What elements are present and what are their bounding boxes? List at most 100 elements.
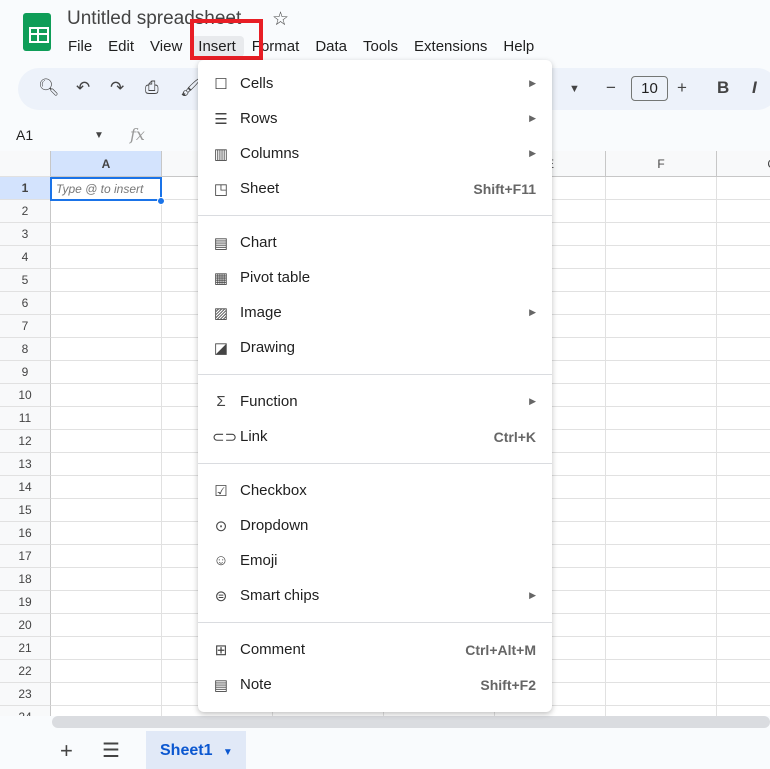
- row-header-7[interactable]: 7: [0, 315, 51, 338]
- row-header-18[interactable]: 18: [0, 568, 51, 591]
- column-header-a[interactable]: A: [51, 151, 162, 177]
- row-header-2[interactable]: 2: [0, 200, 51, 223]
- sheet-tab-sheet1[interactable]: Sheet1 ▼: [146, 731, 246, 769]
- row-header-6[interactable]: 6: [0, 292, 51, 315]
- decrease-font-size-button[interactable]: −: [606, 78, 616, 98]
- menu-bar: File Edit View Insert Format Data Tools Extensi…: [60, 36, 542, 57]
- menu-item-note[interactable]: ▤ Note Shift+F2: [198, 667, 552, 702]
- font-dropdown-icon[interactable]: ▼: [569, 83, 580, 95]
- menu-item-label: Link: [240, 428, 268, 445]
- menu-extensions[interactable]: Extensions: [406, 36, 495, 57]
- menu-item-drawing[interactable]: ◪ Drawing: [198, 330, 552, 365]
- redo-icon[interactable]: ↷: [110, 78, 124, 98]
- shortcut-label: Shift+F11: [473, 180, 536, 197]
- active-cell-a1[interactable]: Type @ to insert: [50, 177, 162, 201]
- column-header-g[interactable]: G: [717, 151, 770, 177]
- menu-item-label: Cells: [240, 75, 274, 92]
- undo-icon[interactable]: ↶: [76, 78, 90, 98]
- menu-item-checkbox[interactable]: ☑ Checkbox: [198, 473, 552, 508]
- row-header-4[interactable]: 4: [0, 246, 51, 269]
- rows-icon: ☰: [214, 110, 228, 128]
- menu-view[interactable]: View: [142, 36, 190, 57]
- menu-item-label: Checkbox: [240, 482, 307, 499]
- menu-item-image[interactable]: ▨ Image ▶: [198, 295, 552, 330]
- menu-item-label: Rows: [240, 110, 278, 127]
- star-icon[interactable]: ☆: [272, 8, 289, 31]
- column-header-f[interactable]: F: [606, 151, 717, 177]
- row-header-12[interactable]: 12: [0, 430, 51, 453]
- pivot-table-icon: ▦: [213, 269, 229, 287]
- row-header-1[interactable]: 1: [0, 177, 51, 200]
- function-icon: Σ: [216, 393, 226, 410]
- menu-item-rows[interactable]: ☰ Rows ▶: [198, 101, 552, 136]
- menu-edit[interactable]: Edit: [100, 36, 142, 57]
- fill-handle[interactable]: [157, 197, 165, 205]
- comment-icon: ⊞: [214, 641, 228, 659]
- chart-icon: ▤: [213, 234, 229, 252]
- submenu-arrow-icon: ▶: [529, 148, 536, 158]
- menu-item-sheet[interactable]: ◳ Sheet Shift+F11: [198, 171, 552, 206]
- row-header-17[interactable]: 17: [0, 545, 51, 568]
- menu-item-dropdown[interactable]: ⊙ Dropdown: [198, 508, 552, 543]
- menu-item-function[interactable]: Σ Function ▶: [198, 384, 552, 419]
- chevron-down-icon[interactable]: ▼: [223, 747, 233, 758]
- search-icon[interactable]: 🔍︎: [38, 78, 60, 98]
- menu-item-emoji[interactable]: ☺ Emoji: [198, 543, 552, 578]
- image-icon: ▨: [213, 304, 229, 322]
- menu-item-label: Comment: [240, 641, 306, 658]
- row-header-19[interactable]: 19: [0, 591, 51, 614]
- menu-item-columns[interactable]: ▥ Columns ▶: [198, 136, 552, 171]
- menu-item-label: Sheet: [240, 180, 280, 197]
- increase-font-size-button[interactable]: +: [677, 78, 687, 98]
- row-header-22[interactable]: 22: [0, 660, 51, 683]
- row-header-23[interactable]: 23: [0, 683, 51, 706]
- menu-item-label: Dropdown: [240, 517, 309, 534]
- name-box[interactable]: A1: [16, 127, 33, 143]
- menu-tools[interactable]: Tools: [355, 36, 406, 57]
- menu-divider: [198, 622, 552, 623]
- menu-item-label: Smart chips: [240, 587, 320, 604]
- row-header-11[interactable]: 11: [0, 407, 51, 430]
- menu-data[interactable]: Data: [307, 36, 355, 57]
- row-header-9[interactable]: 9: [0, 361, 51, 384]
- font-size-input[interactable]: 10: [631, 76, 668, 101]
- insert-menu: ☐ Cells ▶ ☰ Rows ▶ ▥ Columns ▶ ◳ Sheet Shift+F11 ▤ Ch…: [198, 60, 552, 712]
- row-header-10[interactable]: 10: [0, 384, 51, 407]
- row-header-16[interactable]: 16: [0, 522, 51, 545]
- menu-item-chart[interactable]: ▤ Chart: [198, 225, 552, 260]
- menu-item-link[interactable]: ⊂⊃ Link Ctrl+K: [198, 419, 552, 454]
- name-box-dropdown-icon[interactable]: ▼: [94, 130, 104, 141]
- menu-divider: [198, 215, 552, 216]
- all-sheets-button[interactable]: ☰: [102, 738, 120, 763]
- sheets-logo[interactable]: [23, 13, 51, 51]
- menu-divider: [198, 374, 552, 375]
- add-sheet-button[interactable]: +: [60, 738, 73, 764]
- menu-file[interactable]: File: [60, 36, 100, 57]
- row-header-21[interactable]: 21: [0, 637, 51, 660]
- bold-button[interactable]: B: [717, 78, 729, 98]
- menu-item-cells[interactable]: ☐ Cells ▶: [198, 66, 552, 101]
- horizontal-scrollbar[interactable]: [52, 716, 770, 728]
- print-icon[interactable]: ⎙: [145, 78, 159, 98]
- submenu-arrow-icon: ▶: [529, 396, 536, 406]
- menu-item-comment[interactable]: ⊞ Comment Ctrl+Alt+M: [198, 632, 552, 667]
- submenu-arrow-icon: ▶: [529, 307, 536, 317]
- sheet-icon: ◳: [213, 180, 229, 198]
- shortcut-label: Ctrl+Alt+M: [465, 641, 536, 658]
- row-header-14[interactable]: 14: [0, 476, 51, 499]
- row-header-5[interactable]: 5: [0, 269, 51, 292]
- row-header-20[interactable]: 20: [0, 614, 51, 637]
- menu-item-pivot-table[interactable]: ▦ Pivot table: [198, 260, 552, 295]
- menu-item-label: Note: [240, 676, 272, 693]
- menu-help[interactable]: Help: [495, 36, 542, 57]
- row-header-8[interactable]: 8: [0, 338, 51, 361]
- menu-item-smart-chips[interactable]: ⊜ Smart chips ▶: [198, 578, 552, 613]
- italic-button[interactable]: I: [752, 78, 757, 98]
- row-header-13[interactable]: 13: [0, 453, 51, 476]
- menu-item-label: Pivot table: [240, 269, 311, 286]
- row-header-15[interactable]: 15: [0, 499, 51, 522]
- row-header-24[interactable]: 24: [0, 706, 51, 716]
- select-all-corner[interactable]: [0, 151, 51, 177]
- submenu-arrow-icon: ▶: [529, 113, 536, 123]
- row-header-3[interactable]: 3: [0, 223, 51, 246]
